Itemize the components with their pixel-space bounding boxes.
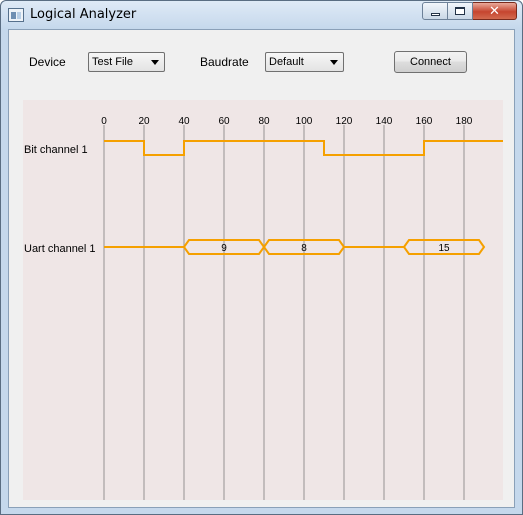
tick-label-120: 120 [336, 116, 353, 127]
minimize-button[interactable] [422, 2, 448, 20]
window-title: Logical Analyzer [30, 7, 137, 22]
main-panel: Device Test File Baudrate Default Connec… [8, 29, 515, 508]
waveform-canvas[interactable]: Bit channel 1 Uart channel 1 0 20 40 60 80 10… [23, 100, 503, 500]
tick-label-100: 100 [296, 116, 313, 127]
device-label: Device [29, 55, 66, 69]
title-bar[interactable]: Logical Analyzer ✕ [1, 1, 522, 29]
tick-label-40: 40 [178, 116, 190, 127]
maximize-icon [455, 7, 465, 15]
minimize-icon [430, 12, 440, 16]
device-select-value: Test File [92, 56, 133, 68]
tick-label-80: 80 [258, 116, 270, 127]
baudrate-select[interactable]: Default [265, 52, 344, 72]
tick-label-20: 20 [138, 116, 150, 127]
uart-frame-value-2: 15 [438, 243, 450, 254]
close-icon: ✕ [489, 3, 500, 19]
app-window-icon [8, 8, 24, 22]
tick-label-0: 0 [101, 116, 107, 127]
tick-label-140: 140 [376, 116, 393, 127]
chevron-down-icon [151, 60, 159, 65]
chevron-down-icon [330, 60, 338, 65]
application-window: Logical Analyzer ✕ Device Test File Baud… [0, 0, 523, 515]
uart-frame-value-0: 9 [221, 243, 227, 254]
waveform-plot: 0 20 40 60 80 100 120 140 160 180 9 8 15 [101, 116, 503, 500]
uart-frame-value-1: 8 [301, 243, 307, 254]
baudrate-label: Baudrate [200, 55, 249, 69]
baudrate-select-value: Default [269, 56, 304, 68]
device-select[interactable]: Test File [88, 52, 165, 72]
window-controls: ✕ [422, 2, 517, 20]
maximize-button[interactable] [448, 2, 473, 20]
connect-button[interactable]: Connect [394, 51, 467, 73]
tick-label-60: 60 [218, 116, 230, 127]
tick-label-160: 160 [416, 116, 433, 127]
close-button[interactable]: ✕ [473, 2, 517, 20]
tick-label-180: 180 [456, 116, 473, 127]
